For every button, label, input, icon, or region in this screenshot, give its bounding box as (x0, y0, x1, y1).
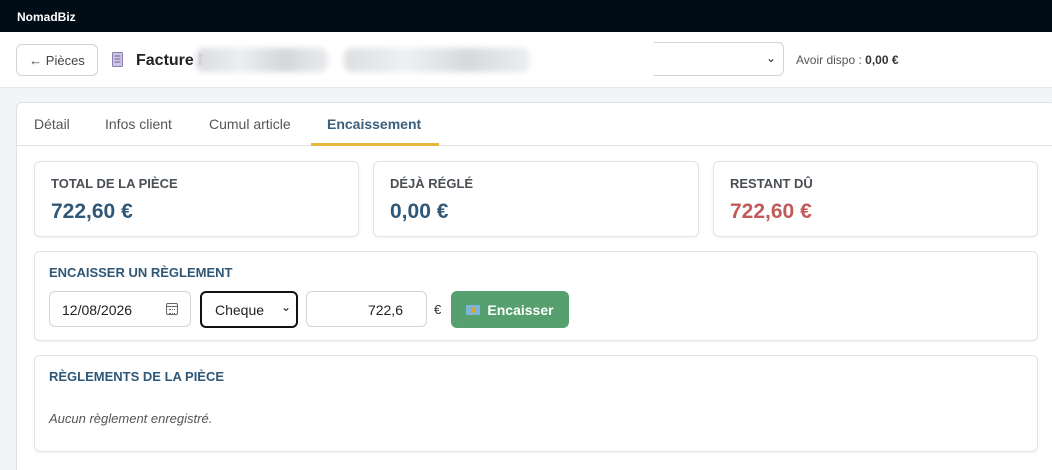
encaisser-button-label: Encaisser (487, 301, 554, 318)
total-label: TOTAL DE LA PIÈCE (51, 176, 178, 191)
tab-encaissement[interactable]: Encaissement (327, 116, 421, 132)
encaisser-title: ENCAISSER UN RÈGLEMENT (49, 265, 233, 280)
avoir-label: Avoir dispo : (796, 53, 862, 67)
restant-du-value: 722,60 € (730, 200, 812, 223)
tab-detail[interactable]: Détail (34, 116, 70, 132)
restant-du-card: RESTANT DÛ 722,60 € (713, 161, 1038, 237)
top-bar: ← Pièces Facture F ⌄ Avoir dispo : 0,00 … (0, 32, 1052, 88)
calendar-icon[interactable] (166, 303, 178, 315)
total-value: 722,60 € (51, 200, 133, 223)
active-tab-indicator (311, 143, 439, 146)
payment-mode-select[interactable]: Cheque ⌄ (200, 291, 298, 328)
total-card: TOTAL DE LA PIÈCE 722,60 € (34, 161, 359, 237)
avoir-dispo: Avoir dispo : 0,00 € (796, 53, 899, 67)
tab-infos-client[interactable]: Infos client (105, 116, 172, 132)
encaisser-button[interactable]: Encaisser (451, 291, 569, 328)
payment-date-input[interactable]: 12/08/2026 (49, 291, 191, 327)
payment-date-value: 12/08/2026 (62, 302, 133, 318)
reglements-card: RÈGLEMENTS DE LA PIÈCE Aucun règlement e… (34, 355, 1038, 452)
deja-regle-value: 0,00 € (390, 200, 449, 223)
redacted-text (196, 48, 328, 72)
payment-amount-input[interactable]: 722,6 (306, 291, 427, 327)
document-select[interactable]: ⌄ (654, 42, 784, 76)
encaisser-card: ENCAISSER UN RÈGLEMENT 12/08/2026 Cheque… (34, 251, 1038, 341)
main-panel: Détail Infos client Cumul article Encais… (16, 102, 1052, 470)
currency-symbol: € (434, 302, 442, 317)
chevron-down-icon: ⌄ (765, 51, 776, 65)
deja-regle-label: DÉJÀ RÉGLÉ (390, 176, 474, 191)
tab-cumul-article[interactable]: Cumul article (209, 116, 291, 132)
restant-du-label: RESTANT DÛ (730, 176, 813, 191)
back-to-pieces-button[interactable]: ← Pièces (16, 44, 98, 76)
tab-bar: Détail Infos client Cumul article Encais… (17, 103, 1052, 146)
chevron-down-icon: ⌄ (280, 300, 291, 314)
payment-mode-value: Cheque (215, 302, 265, 318)
redacted-text (344, 48, 530, 72)
avoir-value: 0,00 € (865, 53, 899, 67)
empty-reglements-message: Aucun règlement enregistré. (49, 411, 213, 426)
reglements-title: RÈGLEMENTS DE LA PIÈCE (49, 369, 225, 384)
app-title: NomadBiz (0, 0, 1052, 32)
invoice-icon (112, 52, 123, 67)
deja-regle-card: DÉJÀ RÉGLÉ 0,00 € (373, 161, 699, 237)
cash-icon (466, 304, 481, 315)
